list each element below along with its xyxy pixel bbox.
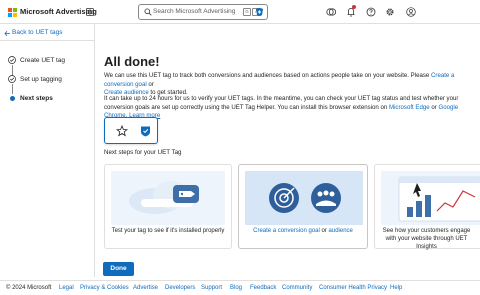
star-icon [116, 125, 128, 137]
uet-tag-card[interactable] [104, 117, 158, 144]
copilot-icon[interactable] [255, 7, 264, 17]
step-next-steps[interactable]: Next steps [8, 94, 98, 104]
create-conversion-goal-card-link[interactable]: Create a conversion goal [253, 228, 320, 234]
shortcut-key-g: G [243, 8, 251, 16]
microsoft-edge-link[interactable]: Microsoft Edge [389, 104, 430, 111]
test-tag-card[interactable]: Test your tag to see if it's installed p… [104, 164, 232, 249]
footer-link-community[interactable]: Community [282, 285, 312, 291]
audience-card-link[interactable]: audience [329, 228, 353, 234]
accounts-icon[interactable] [326, 7, 336, 17]
footer-link-developers[interactable]: Developers [165, 285, 195, 291]
step-create-uet-tag[interactable]: Create UET tag [8, 56, 98, 66]
footer-link-legal[interactable]: Legal [59, 285, 74, 291]
step-label: Create UET tag [20, 57, 66, 64]
search-icon [144, 8, 152, 16]
create-goal-audience-caption: Create a conversion goal or audience [253, 228, 353, 234]
footer-link-privacy[interactable]: Privacy & Cookies [80, 285, 129, 291]
check-circle-icon [8, 56, 16, 64]
top-bar: Microsoft Advertising Search Microsoft A… [0, 0, 480, 24]
goal-audience-illustration-icon [245, 171, 363, 225]
test-tag-caption: Test your tag to see if it's installed p… [111, 228, 225, 234]
search-input[interactable]: Search Microsoft Advertising G / [138, 4, 268, 20]
footer-link-support[interactable]: Support [201, 285, 222, 291]
step-set-up-tagging[interactable]: Set up tagging [8, 75, 98, 85]
footer-link-help[interactable]: Help [390, 285, 402, 291]
step-label: Set up tagging [20, 76, 62, 83]
footer: © 2024 Microsoft Legal Privacy & Cookies… [0, 280, 480, 295]
footer-link-advertise[interactable]: Advertise [133, 285, 158, 291]
uet-insights-caption: See how your customers engage with your … [382, 228, 471, 250]
apps-grid-icon[interactable] [86, 8, 94, 16]
settings-gear-icon[interactable] [385, 7, 395, 17]
sidebar-divider [0, 40, 94, 41]
footer-link-blog[interactable]: Blog [230, 285, 242, 291]
uet-insights-card[interactable]: See how your customers engage with your … [374, 164, 480, 250]
check-circle-icon [8, 75, 16, 83]
intro-paragraph: We can use this UET tag to track both co… [104, 72, 455, 96]
microsoft-logo-icon [8, 8, 17, 17]
back-to-uet-tags-link[interactable]: Back to UET tags [12, 29, 62, 36]
footer-link-feedback[interactable]: Feedback [250, 285, 276, 291]
profile-avatar-icon[interactable] [406, 7, 416, 17]
copyright: © 2024 Microsoft [6, 285, 52, 291]
back-arrow-icon[interactable] [4, 30, 11, 37]
uet-insights-illustration [381, 171, 480, 225]
insights-chart-illustration-icon [398, 176, 480, 222]
search-placeholder: Search Microsoft Advertising [153, 8, 236, 15]
create-goal-audience-card[interactable]: Create a conversion goal or audience [238, 164, 368, 249]
verification-paragraph: It can take up to 24 hours for us to ver… [104, 95, 459, 119]
current-step-indicator [10, 96, 15, 101]
step-label: Next steps [20, 95, 53, 102]
done-button[interactable]: Done [103, 262, 134, 276]
step-connector [11, 84, 13, 94]
goal-audience-illustration [245, 171, 363, 225]
page-title: All done! [104, 54, 160, 69]
footer-link-consumer-health-privacy[interactable]: Consumer Health Privacy [319, 285, 387, 291]
help-icon[interactable] [366, 7, 376, 17]
uet-tag-shield-icon [141, 126, 150, 137]
test-tag-illustration [111, 171, 225, 225]
notification-badge [352, 5, 356, 9]
next-steps-heading: Next steps for your UET Tag [104, 149, 182, 156]
cloud-tag-illustration-icon [129, 181, 199, 214]
